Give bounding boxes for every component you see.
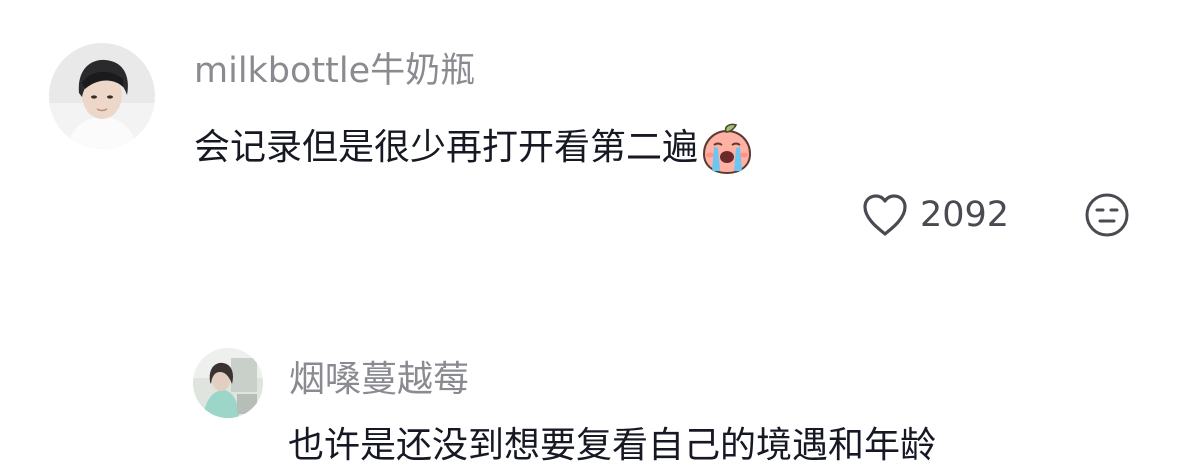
like-count: 2092 [920, 194, 1010, 235]
reply-username[interactable]: 烟嗓蔓越莓 [289, 362, 469, 398]
avatar-image [49, 43, 155, 149]
heart-outline-icon [863, 194, 907, 236]
comment-username[interactable]: milkbottle牛奶瓶 [194, 54, 475, 89]
dislike-button[interactable] [1082, 190, 1132, 240]
reply-text: 也许是还没到想要复看自己的境遇和年龄 [288, 425, 937, 466]
comment-text: 会记录但是很少再打开看第二遍 [194, 121, 754, 175]
comment-text-content: 会记录但是很少再打开看第二遍 [194, 127, 699, 168]
crying-peach-emoji-icon [700, 121, 754, 175]
like-button[interactable]: 2092 [860, 192, 1009, 238]
meh-face-icon [1085, 193, 1129, 237]
avatar-image [193, 348, 263, 418]
avatar[interactable] [49, 43, 155, 149]
comment-actions: 2092 [860, 190, 1129, 240]
avatar[interactable] [193, 348, 263, 418]
